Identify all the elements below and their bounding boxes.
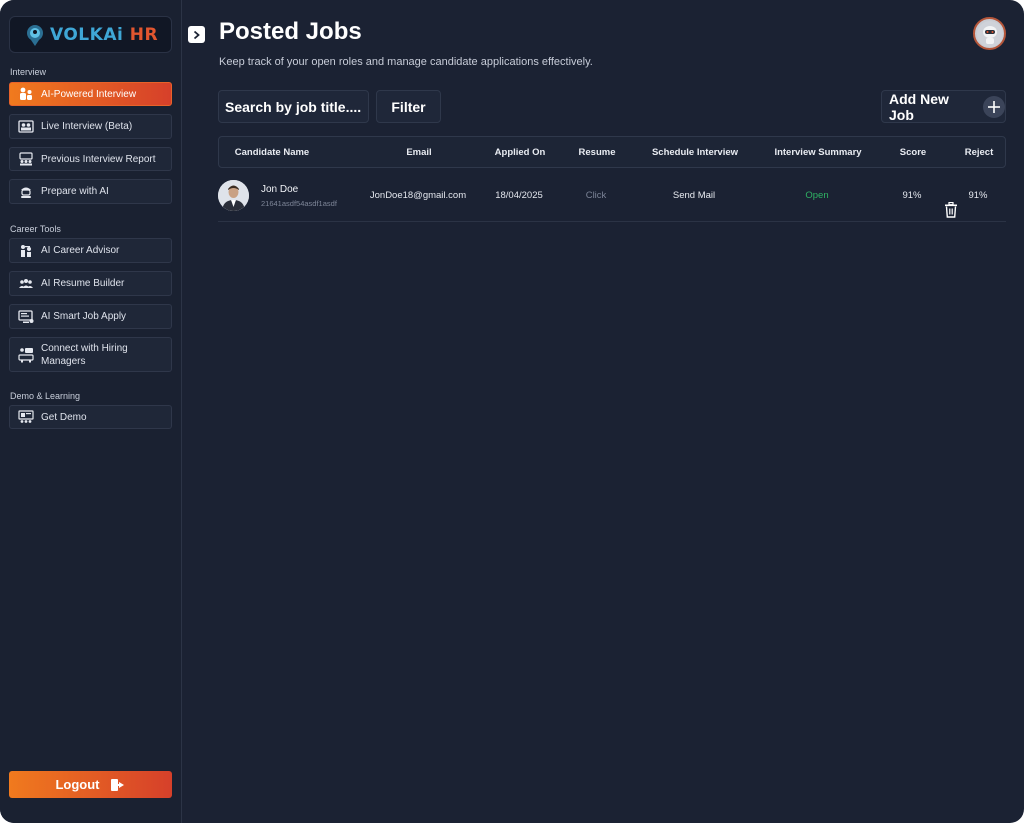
interview-summary-link[interactable]: Open xyxy=(762,168,872,222)
add-job-label: Add New Job xyxy=(889,90,949,123)
app-window: VOLKAi HR Interview AI-Powered Interview… xyxy=(0,0,1024,823)
sidebar: VOLKAi HR Interview AI-Powered Interview… xyxy=(0,0,182,823)
presentation-icon xyxy=(17,409,35,425)
meeting-icon xyxy=(17,347,35,363)
reject-value: 91% xyxy=(968,189,988,201)
filter-button[interactable]: Filter xyxy=(376,90,441,123)
page-title: Posted Jobs xyxy=(219,18,362,45)
section-label-career-tools: Career Tools xyxy=(10,224,61,234)
sidebar-item-ai-powered-interview[interactable]: AI-Powered Interview xyxy=(9,82,172,106)
section-label-interview: Interview xyxy=(10,67,47,77)
advisor-icon xyxy=(17,243,35,259)
logout-label: Logout xyxy=(55,777,100,792)
candidate-id: 21641asdf54asdf1asdf xyxy=(261,199,337,208)
video-call-icon xyxy=(17,119,35,135)
team-icon xyxy=(17,276,35,292)
sidebar-item-label: Prepare with AI xyxy=(41,186,109,197)
column-header-reject[interactable]: Reject xyxy=(955,137,1003,167)
robot-helper-icon xyxy=(17,184,35,200)
candidate-name: Jon Doe xyxy=(261,184,299,195)
sidebar-item-connect-hiring-managers[interactable]: Connect with Hiring Managers xyxy=(9,337,172,372)
column-header-resume[interactable]: Resume xyxy=(569,137,625,167)
logout-button[interactable]: Logout xyxy=(9,771,172,798)
sidebar-item-ai-resume-builder[interactable]: AI Resume Builder xyxy=(9,271,172,296)
sidebar-item-ai-career-advisor[interactable]: AI Career Advisor xyxy=(9,238,172,263)
column-header-interview-summary[interactable]: Interview Summary xyxy=(763,137,873,167)
page-subtitle: Keep track of your open roles and manage… xyxy=(219,56,593,68)
sidebar-item-label: AI Smart Job Apply xyxy=(41,311,127,322)
column-header-schedule-interview[interactable]: Schedule Interview xyxy=(639,137,751,167)
add-new-job-button[interactable]: Add New Job xyxy=(881,90,1006,123)
table-header: Candidate Name Email Applied On Resume S… xyxy=(218,136,1006,168)
interview-people-icon xyxy=(17,86,35,102)
sidebar-item-label: AI Career Advisor xyxy=(41,245,120,256)
search-box[interactable] xyxy=(218,90,369,123)
logo-text-secondary: HR xyxy=(129,24,159,45)
candidate-email: JonDoe18@gmail.com xyxy=(369,189,467,201)
logo-head-icon xyxy=(27,24,43,46)
sidebar-item-prepare-with-ai[interactable]: Prepare with AI xyxy=(9,179,172,204)
logout-icon xyxy=(110,778,126,792)
sidebar-toggle-button[interactable] xyxy=(188,26,205,43)
sidebar-item-label: Previous Interview Report xyxy=(41,153,156,165)
column-header-candidate-name[interactable]: Candidate Name xyxy=(219,137,325,167)
plus-icon xyxy=(983,95,1005,118)
user-avatar[interactable] xyxy=(973,17,1006,50)
score-value: 91% xyxy=(902,189,922,201)
brand-logo[interactable]: VOLKAi HR xyxy=(9,16,172,53)
send-mail-link[interactable]: Send Mail xyxy=(638,168,750,222)
trash-icon[interactable] xyxy=(944,202,958,218)
applied-on-date: 18/04/2025 xyxy=(495,189,543,201)
sidebar-item-label: AI Resume Builder xyxy=(41,278,125,289)
sidebar-item-get-demo[interactable]: Get Demo xyxy=(9,405,172,429)
filter-label: Filter xyxy=(391,98,426,115)
chevron-right-icon xyxy=(193,30,200,39)
robot-avatar-icon xyxy=(976,20,1003,47)
column-header-applied-on[interactable]: Applied On xyxy=(479,137,561,167)
search-input[interactable] xyxy=(225,98,368,115)
sidebar-item-previous-report[interactable]: Previous Interview Report xyxy=(9,147,172,171)
column-header-score[interactable]: Score xyxy=(889,137,937,167)
resume-link[interactable]: Click xyxy=(568,168,624,222)
sidebar-item-label: Get Demo xyxy=(41,411,87,423)
column-header-email[interactable]: Email xyxy=(369,137,469,167)
report-group-icon xyxy=(17,151,35,167)
sidebar-item-label: Connect with Hiring Managers xyxy=(41,342,128,367)
candidate-avatar xyxy=(218,180,249,211)
person-photo-icon xyxy=(218,180,249,211)
sidebar-item-live-interview[interactable]: Live Interview (Beta) xyxy=(9,114,172,139)
sidebar-item-label: Live Interview (Beta) xyxy=(41,121,133,132)
logo-text: VOLKAi HR xyxy=(50,25,158,45)
sidebar-item-ai-smart-job-apply[interactable]: AI Smart Job Apply xyxy=(9,304,172,329)
table-row[interactable]: Jon Doe 21641asdf54asdf1asdf JonDoe18@gm… xyxy=(218,168,1006,222)
sidebar-item-label: AI-Powered Interview xyxy=(41,88,137,100)
section-label-demo-learning: Demo & Learning xyxy=(10,391,81,401)
monitor-icon xyxy=(17,309,35,325)
logo-text-primary: VOLKAi xyxy=(50,24,124,45)
candidates-table: Candidate Name Email Applied On Resume S… xyxy=(218,136,1006,222)
